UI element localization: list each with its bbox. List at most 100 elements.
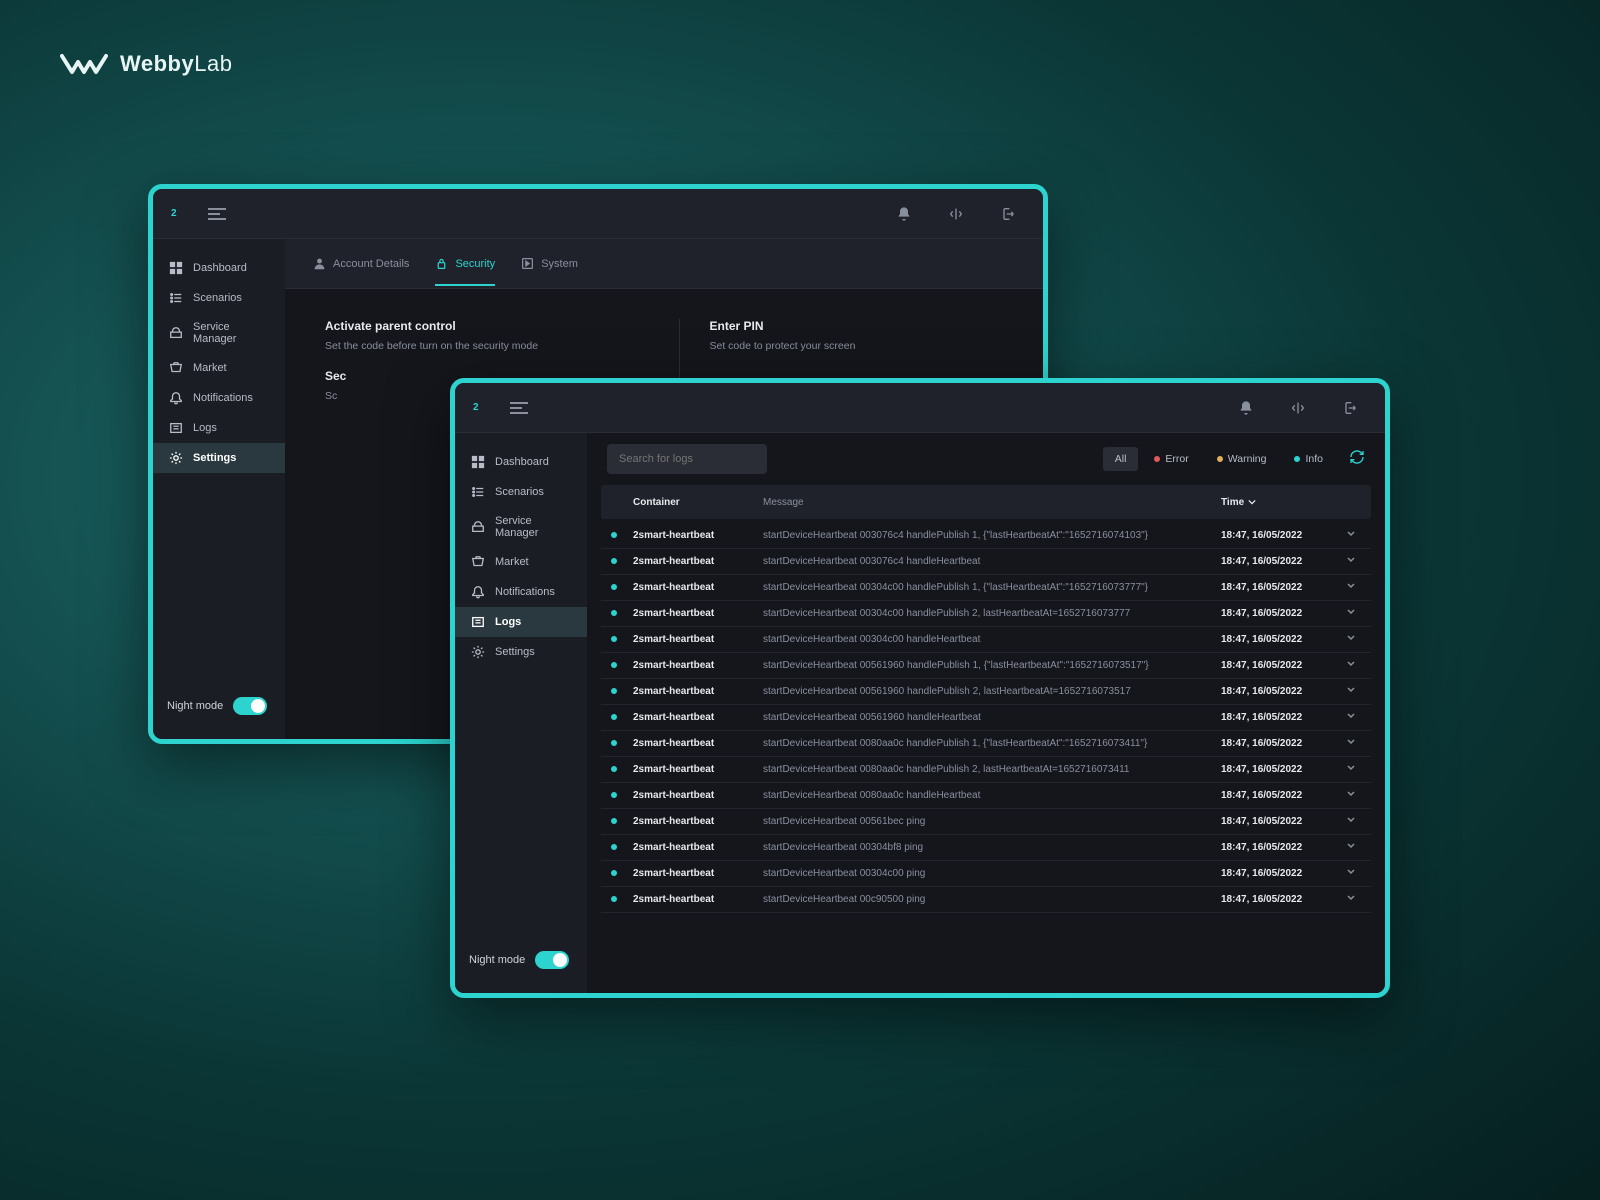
log-row[interactable]: 2smart-heartbeatstartDeviceHeartbeat 005…: [601, 705, 1371, 731]
expand-row-icon[interactable]: [1341, 581, 1361, 594]
sidebar-item-market[interactable]: Market: [153, 353, 285, 383]
filter-label: Error: [1165, 453, 1188, 465]
expand-row-icon[interactable]: [1341, 529, 1361, 542]
log-row[interactable]: 2smart-heartbeatstartDeviceHeartbeat 003…: [601, 575, 1371, 601]
col-time[interactable]: Time: [1221, 497, 1341, 508]
filter-all[interactable]: All: [1103, 447, 1139, 471]
dashboard-icon: [471, 455, 485, 469]
expand-row-icon[interactable]: [1341, 893, 1361, 906]
log-message: startDeviceHeartbeat 00304c00 handlePubl…: [763, 582, 1221, 593]
status-dot-icon: [611, 790, 633, 801]
scenarios-icon: [471, 485, 485, 499]
status-dot-icon: [611, 738, 633, 749]
expand-row-icon[interactable]: [1341, 789, 1361, 802]
sidebar-item-label: Market: [495, 556, 529, 568]
expand-row-icon[interactable]: [1341, 555, 1361, 568]
log-container: 2smart-heartbeat: [633, 582, 763, 593]
logout-icon[interactable]: [1333, 391, 1367, 425]
signal-icon[interactable]: [1281, 391, 1315, 425]
expand-row-icon[interactable]: [1341, 763, 1361, 776]
tab-label: Account Details: [333, 258, 409, 270]
tab-security[interactable]: Security: [435, 241, 495, 286]
sidebar-item-label: Scenarios: [495, 486, 544, 498]
expand-row-icon[interactable]: [1341, 867, 1361, 880]
night-mode-label: Night mode: [167, 700, 223, 712]
sidebar-item-logs[interactable]: Logs: [153, 413, 285, 443]
signal-icon[interactable]: [939, 197, 973, 231]
log-time: 18:47, 16/05/2022: [1221, 868, 1341, 879]
sidebar-item-scenarios[interactable]: Scenarios: [153, 283, 285, 313]
night-mode-toggle[interactable]: [535, 951, 569, 969]
log-row[interactable]: 2smart-heartbeatstartDeviceHeartbeat 00c…: [601, 887, 1371, 913]
expand-row-icon[interactable]: [1341, 841, 1361, 854]
log-row[interactable]: 2smart-heartbeatstartDeviceHeartbeat 005…: [601, 809, 1371, 835]
log-container: 2smart-heartbeat: [633, 686, 763, 697]
filter-label: Warning: [1228, 453, 1267, 465]
sidebar-item-service-manager[interactable]: Service Manager: [153, 313, 285, 353]
log-row[interactable]: 2smart-heartbeatstartDeviceHeartbeat 003…: [601, 601, 1371, 627]
sidebar-item-dashboard[interactable]: Dashboard: [153, 253, 285, 283]
log-container: 2smart-heartbeat: [633, 556, 763, 567]
expand-row-icon[interactable]: [1341, 815, 1361, 828]
logout-icon[interactable]: [991, 197, 1025, 231]
night-mode-label: Night mode: [469, 954, 525, 966]
sidebar-item-service-manager[interactable]: Service Manager: [455, 507, 587, 547]
log-row[interactable]: 2smart-heartbeatstartDeviceHeartbeat 008…: [601, 783, 1371, 809]
log-time: 18:47, 16/05/2022: [1221, 634, 1341, 645]
log-row[interactable]: 2smart-heartbeatstartDeviceHeartbeat 003…: [601, 861, 1371, 887]
log-row[interactable]: 2smart-heartbeatstartDeviceHeartbeat 008…: [601, 757, 1371, 783]
log-message: startDeviceHeartbeat 0080aa0c handlePubl…: [763, 738, 1221, 749]
status-dot-icon: [611, 712, 633, 723]
log-time: 18:47, 16/05/2022: [1221, 530, 1341, 541]
notifications-icon: [169, 391, 183, 405]
search-box[interactable]: [607, 444, 767, 474]
log-row[interactable]: 2smart-heartbeatstartDeviceHeartbeat 003…: [601, 627, 1371, 653]
refresh-icon[interactable]: [1349, 449, 1365, 470]
col-container[interactable]: Container: [633, 497, 763, 508]
expand-row-icon[interactable]: [1341, 711, 1361, 724]
log-container: 2smart-heartbeat: [633, 712, 763, 723]
expand-row-icon[interactable]: [1341, 659, 1361, 672]
filter-info[interactable]: Info: [1282, 447, 1335, 471]
col-message[interactable]: Message: [763, 497, 1221, 508]
night-mode-row: Night mode: [153, 687, 285, 725]
menu-toggle-icon[interactable]: [208, 208, 226, 220]
tab-system[interactable]: System: [521, 241, 578, 286]
menu-toggle-icon[interactable]: [510, 402, 528, 414]
log-row[interactable]: 2smart-heartbeatstartDeviceHeartbeat 003…: [601, 549, 1371, 575]
filter-dot-icon: [1154, 456, 1160, 462]
dashboard-icon: [169, 261, 183, 275]
sort-desc-icon: [1248, 498, 1256, 506]
expand-row-icon[interactable]: [1341, 685, 1361, 698]
log-container: 2smart-heartbeat: [633, 842, 763, 853]
log-row[interactable]: 2smart-heartbeatstartDeviceHeartbeat 003…: [601, 523, 1371, 549]
log-row[interactable]: 2smart-heartbeatstartDeviceHeartbeat 008…: [601, 731, 1371, 757]
log-row[interactable]: 2smart-heartbeatstartDeviceHeartbeat 005…: [601, 679, 1371, 705]
log-row[interactable]: 2smart-heartbeatstartDeviceHeartbeat 003…: [601, 835, 1371, 861]
log-row[interactable]: 2smart-heartbeatstartDeviceHeartbeat 005…: [601, 653, 1371, 679]
tab-account-details[interactable]: Account Details: [313, 241, 409, 286]
settings-tabs: Account Details Security System: [285, 239, 1043, 289]
filter-error[interactable]: Error: [1142, 447, 1200, 471]
sidebar-item-notifications[interactable]: Notifications: [455, 577, 587, 607]
sidebar-item-notifications[interactable]: Notifications: [153, 383, 285, 413]
sidebar-item-logs[interactable]: Logs: [455, 607, 587, 637]
log-time: 18:47, 16/05/2022: [1221, 608, 1341, 619]
sidebar-item-scenarios[interactable]: Scenarios: [455, 477, 587, 507]
bell-icon[interactable]: [1229, 391, 1263, 425]
sidebar-item-market[interactable]: Market: [455, 547, 587, 577]
expand-row-icon[interactable]: [1341, 633, 1361, 646]
search-input[interactable]: [619, 453, 761, 465]
filter-warning[interactable]: Warning: [1205, 447, 1279, 471]
sidebar-item-settings[interactable]: Settings: [455, 637, 587, 667]
logs-icon: [471, 615, 485, 629]
app-logo: 2: [171, 208, 180, 219]
night-mode-toggle[interactable]: [233, 697, 267, 715]
sidebar-item-settings[interactable]: Settings: [153, 443, 285, 473]
log-time: 18:47, 16/05/2022: [1221, 660, 1341, 671]
expand-row-icon[interactable]: [1341, 737, 1361, 750]
filter-dot-icon: [1294, 456, 1300, 462]
bell-icon[interactable]: [887, 197, 921, 231]
expand-row-icon[interactable]: [1341, 607, 1361, 620]
sidebar-item-dashboard[interactable]: Dashboard: [455, 447, 587, 477]
